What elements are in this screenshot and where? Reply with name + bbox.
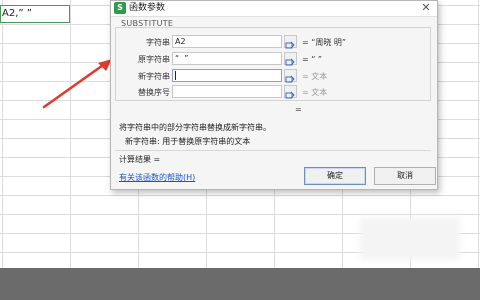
arg-input-text[interactable] bbox=[172, 35, 282, 48]
calc-result-label: 计算结果 = bbox=[119, 155, 161, 164]
annotation-arrow-icon bbox=[42, 59, 112, 109]
arg-label-new-text: 新字符串 bbox=[138, 72, 170, 81]
argument-description: 新字符串: 用于替换原字符串的文本 bbox=[125, 137, 251, 146]
collapse-dialog-icon[interactable] bbox=[284, 85, 297, 99]
blurred-region bbox=[360, 218, 460, 260]
spreadsheet-app-icon: S bbox=[114, 2, 126, 14]
ok-button[interactable]: 确定 bbox=[304, 167, 366, 185]
bottom-status-bar bbox=[0, 268, 480, 300]
dialog-titlebar[interactable]: S 函数参数 ✕ bbox=[111, 1, 437, 17]
arg-label-old-text: 原字符串 bbox=[138, 55, 170, 64]
arg-result-text: = “周晓 明” bbox=[302, 38, 347, 47]
collapse-dialog-icon[interactable] bbox=[284, 69, 297, 83]
arg-label-text: 字符串 bbox=[146, 38, 170, 47]
arg-input-new-text[interactable] bbox=[172, 69, 282, 82]
active-cell[interactable]: A2,” ” bbox=[0, 5, 70, 23]
function-description: 将字符串中的部分字符串替换成新字符串。 bbox=[119, 123, 271, 132]
arg-input-old-text[interactable] bbox=[172, 52, 282, 65]
function-arguments-dialog: S 函数参数 ✕ SUBSTITUTE 字符串 = “周晓 明” 原字符串 bbox=[110, 0, 438, 190]
arguments-group: 字符串 = “周晓 明” 原字符串 = “ ” 新字符串 bbox=[115, 27, 431, 101]
arg-row-instance-num: 替换序号 = 文本 bbox=[116, 85, 430, 100]
arg-result-instance-num: = 文本 bbox=[302, 88, 328, 97]
arg-row-text: 字符串 = “周晓 明” bbox=[116, 35, 430, 50]
arg-row-old-text: 原字符串 = “ ” bbox=[116, 52, 430, 67]
divider bbox=[115, 150, 431, 151]
function-help-link[interactable]: 有关该函数的帮助(H) bbox=[119, 172, 195, 184]
overall-result-equals: = bbox=[295, 105, 302, 114]
text-caret bbox=[175, 71, 176, 80]
cancel-button[interactable]: 取消 bbox=[374, 167, 436, 185]
arg-label-instance-num: 替换序号 bbox=[138, 88, 170, 97]
close-icon[interactable]: ✕ bbox=[419, 1, 433, 15]
arg-result-new-text: = 文本 bbox=[302, 72, 328, 81]
arg-result-old-text: = “ ” bbox=[302, 55, 323, 64]
collapse-dialog-icon[interactable] bbox=[284, 52, 297, 66]
arg-row-new-text: 新字符串 = 文本 bbox=[116, 69, 430, 84]
arg-input-instance-num[interactable] bbox=[172, 85, 282, 98]
screenshot-stage: A2,” ” S 函数参数 ✕ SUBSTITUTE 字符串 = “周晓 明” … bbox=[0, 0, 480, 300]
dialog-title: 函数参数 bbox=[129, 3, 166, 13]
collapse-dialog-icon[interactable] bbox=[284, 35, 297, 49]
